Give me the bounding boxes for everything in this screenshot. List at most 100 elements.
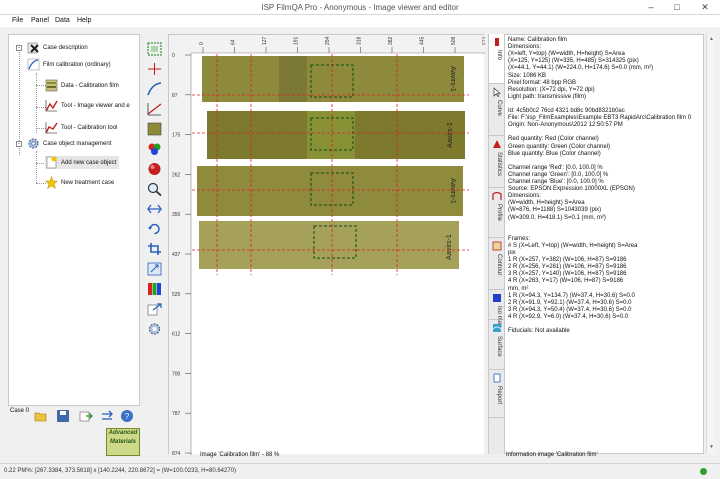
grid-select-icon[interactable] xyxy=(147,42,162,56)
info-line: (W=309.0, H=418.1) S=0.1 (mm, m²) xyxy=(508,214,606,221)
menu-help[interactable]: Help xyxy=(77,17,91,24)
film-label: Aavirs-1 xyxy=(449,178,456,204)
tree-expander[interactable]: - xyxy=(16,45,22,51)
color-channels-icon[interactable] xyxy=(147,142,162,156)
tree-item-case-description[interactable]: Case description xyxy=(27,41,88,54)
surface-icon xyxy=(492,324,502,332)
film-layer-icon[interactable] xyxy=(147,122,162,136)
top-ruler-tick-label: 318 xyxy=(357,36,363,45)
tab-label: Surface xyxy=(496,336,502,357)
film-label: Aavirs-1 xyxy=(447,122,454,148)
info-line: 3 R (X=257, Y=140) (W=106, H=87) S=9186 xyxy=(508,271,627,278)
menu-panel[interactable]: Panel xyxy=(31,17,49,24)
zoom-icon[interactable] xyxy=(147,182,162,196)
info-line: 2 R (X=91.9, Y=92.1) (W=37.4, H=30.6) S=… xyxy=(508,299,632,306)
tab-label: Curve xyxy=(496,100,502,117)
tab-label: Statistics xyxy=(496,152,502,177)
maximize-button[interactable]: □ xyxy=(664,0,690,15)
side-tabs: Info Curve Statistics Profile Contour Is… xyxy=(488,34,505,454)
tree-item-film-calibration[interactable]: Film calibration (ordinary) xyxy=(27,58,111,71)
info-line: Channel range 'Blue': [0.0, 100.0] % xyxy=(508,179,604,185)
viewer-zoom-status: Image 'Calibration film' - 88 % xyxy=(200,452,280,458)
info-line: Green quantity: Green (Color channel) xyxy=(508,143,611,150)
color-map-icon[interactable] xyxy=(147,282,162,296)
film-label: Aavirs-1 xyxy=(449,66,456,92)
tree-connector xyxy=(36,73,37,133)
menu-file[interactable]: File xyxy=(12,17,23,24)
save-icon[interactable] xyxy=(56,409,70,423)
tab-info[interactable]: Info xyxy=(489,34,505,84)
tab-curve[interactable]: Curve xyxy=(489,84,505,136)
line-profile-icon[interactable] xyxy=(147,102,162,116)
scroll-up-icon[interactable]: ▲ xyxy=(708,36,715,43)
left-ruler-tick-label: 700 xyxy=(172,371,181,377)
curve-icon[interactable] xyxy=(147,82,162,96)
film-strip-3 xyxy=(197,166,463,216)
export-icon[interactable] xyxy=(79,409,93,423)
tree-item-tool-calibration[interactable]: Tool - Calibration tool xyxy=(45,121,117,134)
close-button[interactable]: ✕ xyxy=(690,0,720,15)
tree-item-new-treatment[interactable]: New treatment case xyxy=(45,176,114,189)
tab-statistics[interactable]: Statistics xyxy=(489,136,505,188)
open-folder-icon[interactable] xyxy=(34,409,48,423)
contour-icon xyxy=(492,241,502,251)
info-line: Fiducials: Not available xyxy=(508,328,570,335)
info-line: Source: EPSON Expression 10000XL (EPSON) xyxy=(508,186,635,193)
iso-map-icon xyxy=(493,294,501,302)
image-viewer[interactable]: 0 64 127 191 254 318 382 445 509 572 0 87 175 262 350… xyxy=(168,34,489,457)
left-ruler-tick-label: 175 xyxy=(172,133,181,139)
transfer-icon[interactable] xyxy=(100,409,114,423)
tab-contour[interactable]: Contour xyxy=(489,238,505,290)
film-image-icon xyxy=(45,79,58,92)
info-line: Light path: transmissive (film) xyxy=(508,93,587,100)
info-line: Red quantity: Red (Color channel) xyxy=(508,136,599,143)
settings-gear-icon[interactable] xyxy=(147,322,162,336)
minimize-button[interactable]: – xyxy=(638,0,664,15)
tab-surface[interactable]: Surface xyxy=(489,320,505,370)
info-line: Blue quantity: Blue (Color channel) xyxy=(508,150,601,157)
info-text-panel[interactable]: Name: Calibration film Dimensions: (X=left… xyxy=(504,34,704,454)
info-line: # S (X=Left, Y=top) (W=width, H=height) … xyxy=(508,242,638,249)
tab-report[interactable]: Report xyxy=(489,370,505,418)
status-text: 0.22 PM%: [267.3384, 373.5618] x [140.22… xyxy=(4,468,237,474)
logo-line: Advanced xyxy=(108,430,138,436)
tab-label: Report xyxy=(496,386,502,405)
tree-item-label: Film calibration (ordinary) xyxy=(43,61,111,68)
tree-item-case-management[interactable]: Case object management xyxy=(27,137,111,150)
info-scrollbar[interactable]: ▲ ▼ xyxy=(706,34,715,454)
left-ruler-tick-label: 350 xyxy=(172,212,181,218)
sphere-icon[interactable] xyxy=(147,162,162,176)
info-line: 1 R (X=94.3, Y=134.7) (W=37.4, H=30.6) S… xyxy=(508,292,635,299)
info-line: (X=125, Y=125) (W=335, H=485) S=314325 (… xyxy=(508,58,639,65)
info-line: 4 R (X=92.9, Y=6.0) (W=37.4, H=30.6) S=0… xyxy=(508,313,629,320)
tree-item-label: Case object management xyxy=(43,140,112,147)
tree-expander[interactable]: - xyxy=(16,141,22,147)
menu-data[interactable]: Data xyxy=(55,17,70,24)
top-ruler-tick-label: 445 xyxy=(420,36,426,45)
tab-profile[interactable]: Profile xyxy=(489,188,505,238)
scroll-down-icon[interactable]: ▼ xyxy=(708,444,715,451)
advanced-materials-logo: Advanced Materials xyxy=(106,428,140,456)
tree-item-label: Add new case object xyxy=(61,159,117,166)
info-line: pix xyxy=(508,250,516,256)
tree-item-tool-image-viewer[interactable]: Tool - Image viewer and e xyxy=(45,99,130,112)
tree-item-add-new-case[interactable]: Add new case object xyxy=(45,156,120,169)
flip-icon[interactable] xyxy=(147,202,162,216)
resize-icon[interactable] xyxy=(147,262,162,276)
tab-iso-map[interactable]: Iso map xyxy=(489,290,505,327)
help-icon[interactable]: ? xyxy=(120,409,134,423)
film-image-canvas[interactable]: 0 64 127 191 254 318 382 445 509 572 0 87 175 262 350… xyxy=(169,35,489,457)
logo-line: Materials xyxy=(109,439,136,445)
info-line: mm, m² xyxy=(508,285,529,292)
info-line: 2 R (X=256, Y=261) (W=106, H=87) S=9186 xyxy=(508,264,627,271)
case-description-icon xyxy=(27,42,39,54)
film-label: Aavirs-1 xyxy=(446,234,453,260)
gear-icon xyxy=(28,138,39,149)
point-icon[interactable] xyxy=(147,62,162,76)
crop-icon[interactable] xyxy=(147,242,162,256)
info-line: Id: 4c5b0c2 76cd 4321 bd8c 90bd8321b0ac xyxy=(508,108,625,114)
export-image-icon[interactable] xyxy=(147,302,162,316)
svg-text:?: ? xyxy=(125,412,130,421)
tree-item-data-calibration-film[interactable]: Data - Calibration film xyxy=(45,79,119,92)
rotate-icon[interactable] xyxy=(147,222,162,236)
